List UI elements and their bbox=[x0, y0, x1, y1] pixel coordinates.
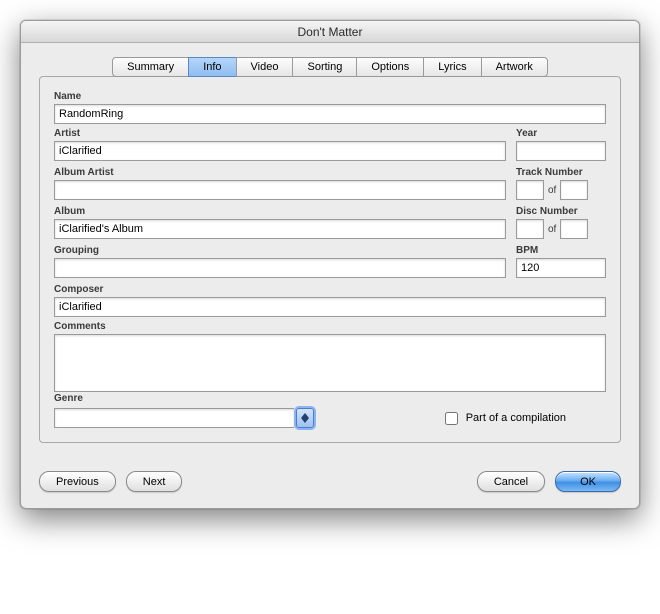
tab-lyrics[interactable]: Lyrics bbox=[423, 57, 480, 77]
genre-dropdown-button[interactable] bbox=[296, 408, 314, 428]
chevron-down-icon bbox=[301, 418, 309, 423]
genre-field[interactable] bbox=[54, 408, 294, 428]
artist-field[interactable] bbox=[54, 141, 506, 161]
cancel-button[interactable]: Cancel bbox=[477, 471, 545, 492]
content-area: Summary Info Video Sorting Options Lyric… bbox=[21, 43, 639, 459]
genre-combo bbox=[54, 408, 314, 428]
dialog-window: Don't Matter Summary Info Video Sorting … bbox=[20, 20, 640, 509]
name-field[interactable] bbox=[54, 104, 606, 124]
disc-num-field[interactable] bbox=[516, 219, 544, 239]
comments-field[interactable] bbox=[54, 334, 606, 392]
name-label: Name bbox=[54, 91, 606, 102]
spacer bbox=[192, 471, 466, 492]
track-of-label: of bbox=[548, 185, 556, 196]
track-num-field[interactable] bbox=[516, 180, 544, 200]
tab-artwork[interactable]: Artwork bbox=[481, 57, 548, 77]
grouping-field[interactable] bbox=[54, 258, 506, 278]
album-artist-label: Album Artist bbox=[54, 167, 506, 178]
album-artist-field[interactable] bbox=[54, 180, 506, 200]
ok-button[interactable]: OK bbox=[555, 471, 621, 492]
bpm-label: BPM bbox=[516, 245, 606, 256]
artist-label: Artist bbox=[54, 128, 506, 139]
info-panel: Name Artist Year Album Artist bbox=[39, 76, 621, 443]
disc-total-field[interactable] bbox=[560, 219, 588, 239]
tab-bar: Summary Info Video Sorting Options Lyric… bbox=[39, 57, 621, 77]
tab-info[interactable]: Info bbox=[188, 57, 235, 77]
compilation-checkbox[interactable] bbox=[445, 412, 458, 425]
button-bar: Previous Next Cancel OK bbox=[21, 459, 639, 508]
track-number-label: Track Number bbox=[516, 167, 606, 178]
disc-of-label: of bbox=[548, 224, 556, 235]
previous-button[interactable]: Previous bbox=[39, 471, 116, 492]
tab-sorting[interactable]: Sorting bbox=[292, 57, 356, 77]
composer-field[interactable] bbox=[54, 297, 606, 317]
album-label: Album bbox=[54, 206, 506, 217]
next-button[interactable]: Next bbox=[126, 471, 183, 492]
compilation-label: Part of a compilation bbox=[466, 412, 566, 424]
window-title: Don't Matter bbox=[21, 21, 639, 43]
composer-label: Composer bbox=[54, 284, 606, 295]
disc-number-label: Disc Number bbox=[516, 206, 606, 217]
tab-video[interactable]: Video bbox=[236, 57, 293, 77]
tab-options[interactable]: Options bbox=[356, 57, 423, 77]
year-label: Year bbox=[516, 128, 606, 139]
track-total-field[interactable] bbox=[560, 180, 588, 200]
comments-label: Comments bbox=[54, 321, 606, 332]
album-field[interactable] bbox=[54, 219, 506, 239]
year-field[interactable] bbox=[516, 141, 606, 161]
tab-summary[interactable]: Summary bbox=[112, 57, 188, 77]
bpm-field[interactable] bbox=[516, 258, 606, 278]
genre-label: Genre bbox=[54, 393, 83, 404]
grouping-label: Grouping bbox=[54, 245, 506, 256]
